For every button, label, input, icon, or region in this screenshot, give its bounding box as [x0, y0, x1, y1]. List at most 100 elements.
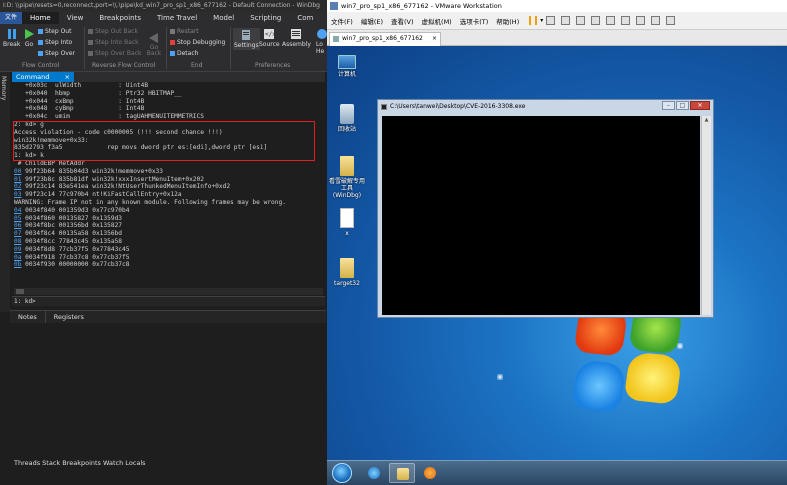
minimize-button[interactable]: – — [662, 101, 675, 110]
memory-side-tab[interactable]: Memory — [0, 76, 7, 100]
menu-tabs[interactable]: 选项卡(T) — [456, 16, 493, 26]
console-window[interactable]: C:\Users\tanwei\Desktop\CVE-2016-3308.ex… — [377, 99, 714, 318]
menu-file[interactable]: 文件(F) — [327, 16, 357, 26]
chevron-down-icon[interactable]: ▾ — [540, 17, 543, 24]
console-scrollbar[interactable]: ▲ — [701, 116, 711, 315]
send-keys-icon[interactable] — [546, 16, 556, 25]
break-button[interactable]: Break — [3, 28, 20, 48]
detach-button[interactable]: Detach — [170, 50, 198, 57]
window-controls: – □ ✕ — [662, 101, 710, 110]
step-over-back-button[interactable]: Step Over Back — [88, 50, 141, 57]
desktop-icon-label: 回收站 — [337, 126, 356, 133]
frame-link[interactable]: 03 — [14, 191, 21, 198]
step-over-label: Step Over — [45, 50, 75, 57]
vm-tab[interactable]: win7_pro_sp1_x86_677162 × — [329, 32, 441, 46]
unity-icon[interactable] — [636, 16, 646, 25]
frame-link[interactable]: 0a — [14, 254, 21, 261]
desktop-icon-target32[interactable]: target32 — [329, 258, 365, 287]
go-back-button[interactable]: Go Back — [144, 32, 164, 57]
stretch-icon[interactable] — [666, 16, 676, 25]
scrollbar-thumb[interactable] — [16, 289, 24, 294]
start-button[interactable] — [332, 463, 352, 483]
command-tab-label: Command — [16, 73, 50, 81]
file-tab[interactable]: 文件 — [0, 12, 23, 24]
bottom-footer-tabs[interactable]: Threads Stack Breakpoints Watch Locals — [14, 459, 146, 467]
go-back-icon — [149, 33, 158, 43]
tab-notes[interactable]: Notes — [10, 313, 45, 321]
library-icon[interactable] — [606, 16, 616, 25]
windows-logo-yellow — [623, 351, 683, 405]
desktop-icon-label: target32 — [334, 280, 360, 287]
tab-home[interactable]: Home — [22, 12, 59, 24]
screen: I:D: \\pipe\resets=0,reconnect,port=\\.\… — [0, 0, 787, 485]
restart-button[interactable]: Restart — [170, 28, 199, 35]
tab-model[interactable]: Model — [205, 12, 242, 24]
pause-icon[interactable] — [529, 16, 538, 25]
command-prompt: 1: kd> — [14, 298, 36, 305]
menu-edit[interactable]: 编辑(E) — [357, 16, 387, 26]
step-into-button[interactable]: Step Into — [38, 39, 72, 46]
frame-link[interactable]: 0b — [14, 261, 21, 268]
frame-link[interactable]: 09 — [14, 246, 21, 253]
close-icon[interactable]: × — [65, 72, 70, 82]
console-output[interactable] — [382, 116, 700, 315]
tab-view[interactable]: View — [59, 12, 92, 24]
frame-link[interactable]: 06 — [14, 222, 21, 229]
frame-link[interactable]: 08 — [14, 238, 21, 245]
menu-vm[interactable]: 虚拟机(M) — [418, 16, 456, 26]
taskbar-ie[interactable] — [361, 463, 387, 483]
horizontal-scrollbar[interactable] — [14, 288, 323, 295]
close-icon[interactable]: × — [432, 33, 437, 45]
tab-scripting[interactable]: Scripting — [242, 12, 289, 24]
frame-link[interactable]: 00 — [14, 168, 21, 175]
frame-link[interactable]: 02 — [14, 183, 21, 190]
frame-link[interactable]: 01 — [14, 176, 21, 183]
desktop-icon-file[interactable]: x — [329, 208, 365, 237]
tab-breakpoints[interactable]: Breakpoints — [91, 12, 149, 24]
console-title-bar[interactable]: C:\Users\tanwei\Desktop\CVE-2016-3308.ex… — [378, 100, 713, 114]
desktop-icon-windbg-folder[interactable]: 看雪破解专用工具(WinDbg) — [327, 156, 367, 199]
tab-time-travel[interactable]: Time Travel — [149, 12, 205, 24]
command-output-line: +0x040 hbmp : Ptr32 HBITMAP__ — [14, 89, 182, 97]
taskbar-media-player[interactable] — [417, 463, 443, 483]
menu-help[interactable]: 帮助(H) — [492, 16, 523, 26]
taskbar-explorer[interactable] — [389, 463, 415, 483]
console-view-icon[interactable] — [651, 16, 661, 25]
revert-snapshot-icon[interactable] — [576, 16, 586, 25]
command-input[interactable]: 1: kd> — [12, 296, 325, 306]
step-out-button[interactable]: Step Out — [38, 28, 71, 35]
command-output-line: 03 99f23c14 77c970b4 nt!KiFastCallEntry+… — [14, 191, 182, 199]
go-button[interactable]: Go — [23, 28, 35, 48]
close-button[interactable]: ✕ — [690, 101, 710, 110]
svg-text:</>: </> — [265, 31, 275, 38]
step-over-button[interactable]: Step Over — [38, 50, 75, 57]
desktop-icon-computer[interactable]: 计算机 — [329, 52, 365, 78]
command-output-line: 04 0034f840 001359d3 0x77c970b4 — [14, 206, 130, 214]
frame-link[interactable]: 05 — [14, 215, 21, 222]
pause-icon — [7, 29, 16, 39]
tab-command[interactable]: Com — [289, 12, 321, 24]
assembly-button[interactable]: Assembly — [282, 28, 311, 48]
frame-link[interactable]: 04 — [14, 207, 21, 214]
fullscreen-icon[interactable] — [621, 16, 631, 25]
sparkle — [677, 343, 683, 349]
command-output-line: WARNING: Frame IP not in any known modul… — [14, 198, 286, 206]
snapshot-manager-icon[interactable] — [591, 16, 601, 25]
guest-desktop[interactable]: 计算机 回收站 看雪破解专用工具(WinDbg) x target32 C:\U… — [327, 46, 787, 460]
frame-link[interactable]: 07 — [14, 230, 21, 237]
folder-icon — [340, 258, 354, 278]
step-into-back-button[interactable]: Step Into Back — [88, 39, 139, 46]
menu-view[interactable]: 查看(V) — [387, 16, 418, 26]
step-out-back-button[interactable]: Step Out Back — [88, 28, 138, 35]
command-output-line: # ChildEBP RetAddr — [14, 159, 85, 167]
desktop-icon-recycle-bin[interactable]: 回收站 — [329, 104, 365, 133]
snapshot-icon[interactable] — [561, 16, 571, 25]
local-help-button[interactable]: Lo He — [316, 28, 327, 55]
source-button[interactable]: </> Source — [259, 28, 280, 48]
command-tab[interactable]: Command × — [12, 72, 74, 82]
scroll-up-icon[interactable]: ▲ — [702, 116, 711, 125]
tab-registers[interactable]: Registers — [46, 313, 92, 321]
maximize-button[interactable]: □ — [676, 101, 689, 110]
settings-button[interactable]: Settings — [233, 28, 260, 50]
stop-debugging-button[interactable]: Stop Debugging — [170, 39, 225, 46]
